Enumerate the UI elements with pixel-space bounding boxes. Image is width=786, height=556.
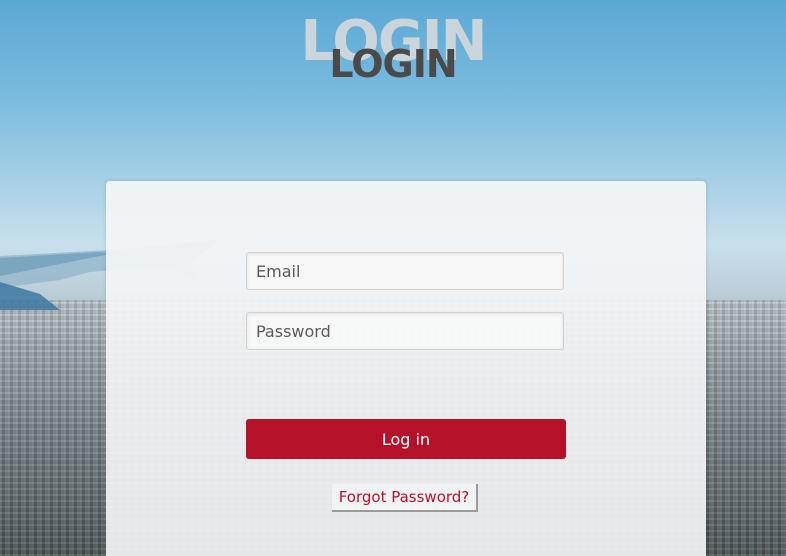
email-field[interactable]: [246, 252, 564, 290]
login-button[interactable]: Log in: [246, 419, 566, 459]
forgot-password-link[interactable]: Forgot Password?: [332, 484, 478, 512]
login-page: LOGIN LOGIN Log in Forgot Password?: [0, 0, 786, 556]
page-title: LOGIN: [329, 42, 457, 86]
password-field[interactable]: [246, 312, 564, 350]
